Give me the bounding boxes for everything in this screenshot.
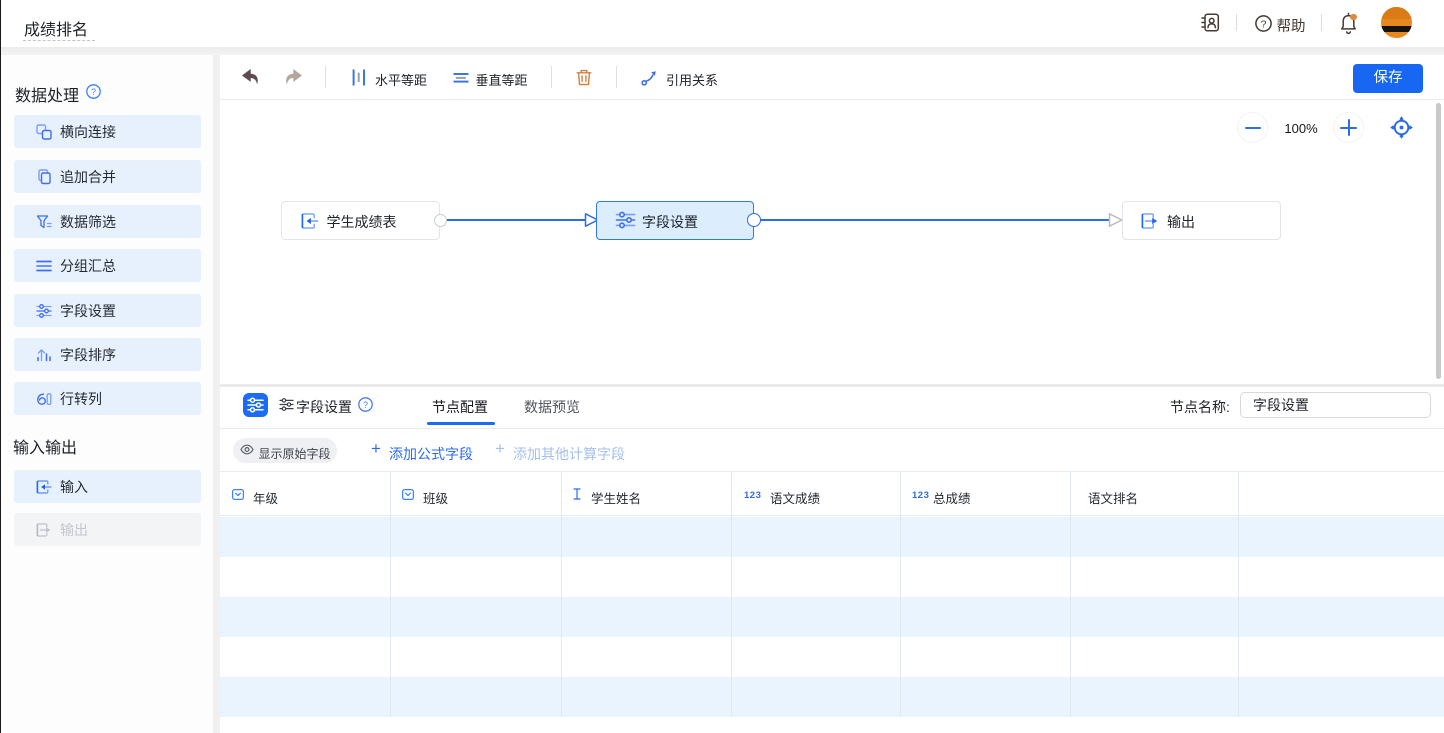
svg-text:?: ?: [363, 400, 368, 410]
svg-text:?: ?: [91, 87, 96, 97]
svg-text:?: ?: [1261, 18, 1267, 30]
